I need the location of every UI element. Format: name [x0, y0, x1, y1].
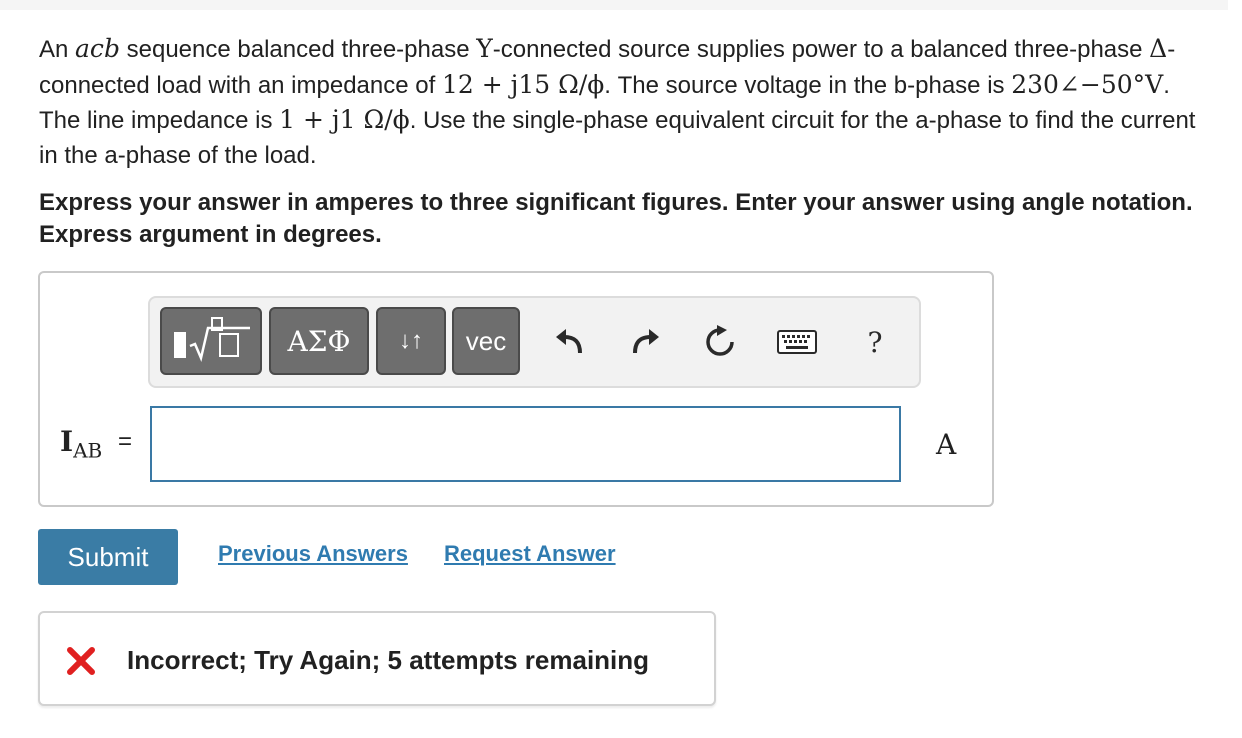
feedback-message: Incorrect; Try Again; 5 attempts remaini…: [127, 645, 650, 675]
instructions: Express your answer in amperes to three …: [39, 189, 1193, 248]
equals-sign: =: [118, 428, 133, 455]
reset-button[interactable]: [700, 322, 740, 362]
reset-icon: [706, 325, 734, 356]
arrows-button[interactable]: ↓↑: [376, 307, 446, 375]
x-mark-icon: [67, 647, 95, 675]
templates-button[interactable]: [160, 307, 262, 375]
unit-label: A: [936, 428, 957, 461]
keyboard-icon: [777, 330, 817, 354]
sequence-math: acb: [75, 34, 120, 63]
problem-statement: An acb sequence balanced three-phase Y-c…: [39, 32, 1214, 173]
problem-text: sequence balanced three-phase: [119, 36, 477, 63]
problem-text: . The source voltage in the b-phase is: [604, 71, 1012, 99]
request-answer-link[interactable]: Request Answer: [444, 541, 616, 567]
redo-button[interactable]: [626, 322, 666, 362]
answer-input[interactable]: [150, 406, 901, 482]
previous-answers-link[interactable]: Previous Answers: [218, 541, 408, 567]
feedback-icon-wrap: [66, 646, 96, 676]
top-strip: [0, 0, 1228, 10]
load-impedance-math: 12 + j15 Ω/ϕ: [441, 69, 605, 99]
templates-sqrt-icon: [174, 317, 250, 362]
answer-variable-label: IAB: [60, 425, 102, 463]
problem-text: -connected source supplies power to a ba…: [492, 36, 1150, 63]
keyboard-button[interactable]: [777, 322, 817, 362]
label-main: I: [60, 425, 74, 458]
vec-button[interactable]: vec: [452, 307, 520, 375]
source-voltage-math: 230∠−50°V: [1011, 69, 1164, 99]
problem-text: An: [39, 36, 76, 63]
redo-arrow-icon: [633, 329, 659, 354]
greek-symbols-button[interactable]: ΑΣΦ: [269, 307, 369, 375]
undo-button[interactable]: [549, 322, 589, 362]
label-subscript: AB: [73, 438, 103, 463]
delta-math: Δ: [1149, 34, 1168, 63]
line-impedance-math: 1 + j1 Ω/ϕ: [279, 105, 410, 134]
submit-button[interactable]: Submit: [38, 529, 178, 585]
y-math: Y: [476, 34, 493, 63]
help-button[interactable]: ?: [855, 322, 895, 362]
undo-arrow-icon: [556, 329, 582, 354]
